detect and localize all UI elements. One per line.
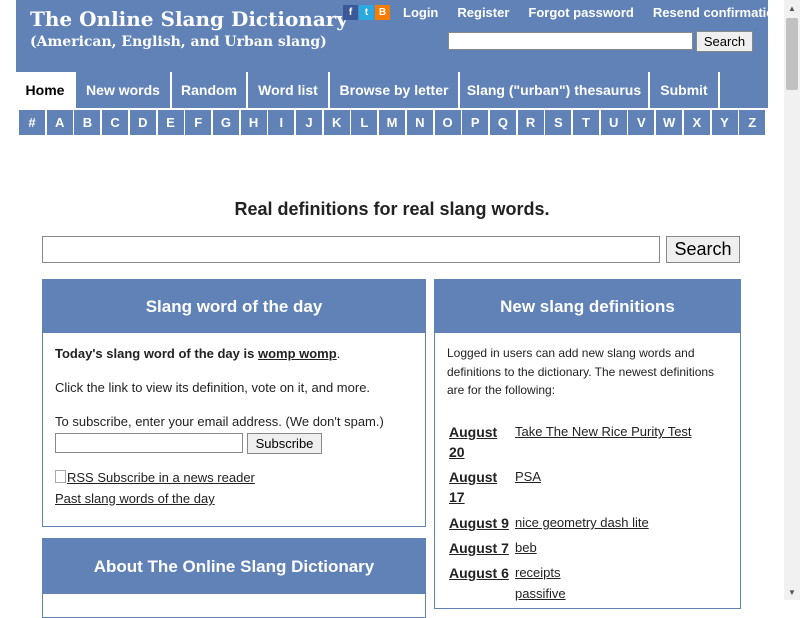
email-field[interactable] [55,433,243,453]
date-link[interactable]: August 6 [449,563,519,583]
letter-link[interactable]: T [573,110,599,135]
letter-link[interactable]: H [240,110,267,135]
twitter-icon[interactable]: t [359,5,374,20]
header-search-button[interactable]: Search [696,31,753,52]
letter-link[interactable]: R [517,110,544,135]
scrollbar-thumb[interactable] [786,18,798,90]
main-search-input[interactable] [42,236,660,263]
subscribe-button[interactable]: Subscribe [247,433,322,454]
tab-home[interactable]: Home [16,72,76,108]
tab-new-words[interactable]: New words [76,72,172,108]
rss-link-text[interactable]: RSS Subscribe in a news reader [67,470,255,485]
past-words-link-text[interactable]: Past slang words of the day [55,491,215,506]
date-link[interactable]: August 20 [449,422,504,462]
letter-link[interactable]: N [406,110,433,135]
login-link[interactable]: Login [403,5,438,20]
tab-word-list[interactable]: Word list [248,72,330,108]
letter-link[interactable]: V [628,110,655,135]
letter-link[interactable]: D [129,110,156,135]
letter-link[interactable]: I [268,110,295,135]
past-words-link[interactable]: Past slang words of the day [55,491,215,506]
resend-confirmation-link[interactable]: Resend confirmation [653,5,782,20]
account-links: Login Register Forgot password Resend co… [403,5,782,20]
about-heading: About The Online Slang Dictionary [43,539,425,594]
definition-link[interactable]: beb [515,540,537,555]
forgot-password-link[interactable]: Forgot password [528,5,633,20]
site-subtitle: (American, English, and Urban slang) [30,34,327,50]
subscribe-prompt: To subscribe, enter your email address. … [55,414,384,429]
letter-link[interactable]: C [102,110,129,135]
letter-link[interactable]: M [379,110,406,135]
letter-link[interactable]: O [434,110,461,135]
scrollbar[interactable]: ▲ ▼ [784,0,800,600]
letter-link[interactable]: B [74,110,101,135]
letter-link[interactable]: X [683,110,710,135]
letter-link[interactable]: # [19,110,45,135]
register-link[interactable]: Register [457,5,509,20]
site-title[interactable]: The Online Slang Dictionary [30,7,348,31]
tab-submit[interactable]: Submit [650,72,720,108]
definition-link[interactable]: Take The New Rice Purity Test [515,424,692,439]
definition-link[interactable]: receipts [515,565,561,580]
tab-random[interactable]: Random [172,72,248,108]
letter-link[interactable]: J [296,110,322,135]
word-of-day-line: Today's slang word of the day is womp wo… [55,346,340,361]
intro-line: are for the following: [447,383,556,397]
blogger-icon[interactable]: B [375,5,390,20]
main-search-button[interactable]: Search [666,236,740,263]
word-of-day-period: . [336,346,341,361]
tagline: Real definitions for real slang words. [234,199,550,219]
tab-slang-thesaurus[interactable]: Slang ("urban") thesaurus [460,72,650,108]
letter-link[interactable]: K [323,110,350,135]
word-of-day-link[interactable]: womp womp [258,346,337,361]
letter-link[interactable]: A [46,110,73,135]
new-definitions-heading: New slang definitions [435,280,740,333]
intro-line: Logged in users can add new slang words … [447,346,695,360]
letter-link[interactable]: G [212,110,239,135]
word-of-day-panel: Slang word of the day [42,279,426,527]
scroll-down-icon[interactable]: ▼ [784,584,800,600]
letter-link[interactable]: Y [711,110,738,135]
letter-link[interactable]: Q [489,110,516,135]
social-icons: f t B [343,5,390,20]
tab-browse-by-letter[interactable]: Browse by letter [330,72,460,108]
scroll-up-icon[interactable]: ▲ [784,0,800,16]
page: The Online Slang Dictionary (American, E… [0,0,784,618]
letter-link[interactable]: E [157,110,184,135]
word-of-day-heading: Slang word of the day [43,280,425,333]
definition-link[interactable]: passifive [515,586,566,601]
date-link[interactable]: August 7 [449,538,519,558]
word-of-day-intro: Today's slang word of the day is [55,346,258,361]
intro-line: definitions to the dictionary. The newes… [447,364,715,379]
letter-link[interactable]: W [656,110,683,135]
new-definitions-intro: Logged in users can add new slang words … [447,344,714,400]
site-banner: The Online Slang Dictionary (American, E… [16,0,782,72]
definition-link[interactable]: PSA [515,469,541,484]
about-panel: About The Online Slang Dictionary [42,538,426,618]
main-nav: Home New words Random Word list Browse b… [16,72,768,108]
letter-link[interactable]: S [545,110,572,135]
definition-link[interactable]: nice geometry dash lite [515,515,649,530]
header-search-input[interactable] [448,32,693,50]
date-link[interactable]: August 9 [449,513,519,533]
rss-link[interactable]: RSS Subscribe in a news reader [55,470,255,485]
letter-link[interactable]: P [462,110,489,135]
word-of-day-description: Click the link to view its definition, v… [55,380,371,395]
date-link[interactable]: August 17 [449,467,504,507]
facebook-icon[interactable]: f [343,5,358,20]
letter-link[interactable]: Z [739,110,766,135]
letter-link[interactable]: F [185,110,212,135]
letter-link[interactable]: U [600,110,627,135]
rss-icon [55,470,66,483]
letter-link[interactable]: L [351,110,378,135]
